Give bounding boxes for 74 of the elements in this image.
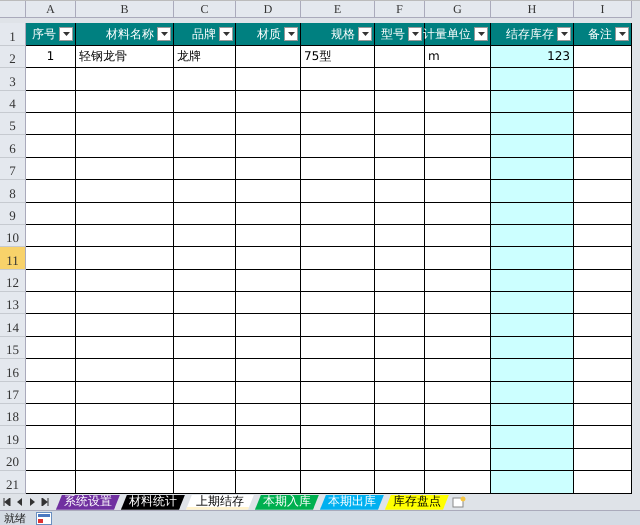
- column-label: 结存库存: [506, 26, 554, 43]
- row-header[interactable]: 16: [0, 359, 26, 382]
- caret-icon: [362, 32, 368, 36]
- column-label: 型号: [381, 26, 405, 43]
- row-header[interactable]: 4: [0, 90, 26, 113]
- table-cell: 龙牌: [174, 46, 236, 68]
- column-label: 品牌: [192, 26, 216, 43]
- row-header[interactable]: 8: [0, 180, 26, 203]
- filter-dropdown-button[interactable]: [358, 27, 372, 42]
- sheet-tab[interactable]: 库存盘点: [385, 494, 449, 510]
- last-sheet-icon[interactable]: [41, 498, 49, 506]
- column-label: 备注: [588, 26, 612, 43]
- row-header[interactable]: 5: [0, 112, 26, 136]
- column-header[interactable]: C: [174, 1, 236, 18]
- column-header[interactable]: D: [236, 1, 301, 18]
- previous-sheet-icon[interactable]: [17, 498, 23, 506]
- row-header[interactable]: 17: [0, 382, 26, 404]
- caret-icon: [618, 32, 626, 36]
- first-sheet-icon[interactable]: [3, 498, 11, 506]
- table-cell: 1: [26, 46, 76, 68]
- row-header[interactable]: 1: [0, 23, 26, 46]
- caret-icon: [560, 32, 568, 36]
- column-header[interactable]: I: [574, 1, 632, 18]
- filter-dropdown-button[interactable]: [615, 27, 629, 42]
- column-header[interactable]: G: [425, 1, 491, 18]
- column-header[interactable]: E: [301, 1, 375, 18]
- column-label: 序号: [32, 26, 56, 43]
- filter-dropdown-button[interactable]: [284, 27, 298, 42]
- row-header[interactable]: 7: [0, 158, 26, 180]
- column-label: 材质: [257, 26, 281, 43]
- column-header[interactable]: F: [375, 1, 425, 18]
- caret-icon: [160, 32, 168, 36]
- next-sheet-icon[interactable]: [29, 498, 35, 506]
- column-label: 规格: [331, 26, 355, 43]
- sheet-tab[interactable]: 材料统计: [121, 494, 185, 510]
- row-header[interactable]: 18: [0, 404, 26, 426]
- caret-icon: [222, 32, 230, 36]
- filter-dropdown-button[interactable]: [219, 27, 233, 42]
- row-header[interactable]: 19: [0, 426, 26, 449]
- filter-dropdown-button[interactable]: [557, 27, 571, 42]
- table-cell: 轻钢龙骨: [76, 46, 174, 68]
- row-header[interactable]: 15: [0, 336, 26, 360]
- new-sheet-icon[interactable]: [452, 496, 466, 508]
- filter-dropdown-button[interactable]: [408, 27, 422, 42]
- row-header[interactable]: 10: [0, 224, 26, 248]
- caret-icon: [288, 32, 294, 36]
- caret-icon: [412, 32, 418, 36]
- macro-record-icon[interactable]: [36, 512, 52, 525]
- filter-dropdown-button[interactable]: [157, 27, 171, 42]
- table-cell: 75型: [301, 46, 375, 68]
- sheet-tab[interactable]: 系统设置: [56, 494, 120, 510]
- column-header[interactable]: B: [76, 1, 174, 18]
- filter-dropdown-button[interactable]: [474, 27, 488, 42]
- table-cell: 123: [491, 46, 574, 68]
- column-header[interactable]: A: [26, 1, 76, 18]
- caret-icon: [62, 32, 70, 36]
- row-header[interactable]: 2: [0, 46, 26, 68]
- filter-dropdown-button[interactable]: [59, 27, 73, 42]
- row-header[interactable]: 13: [0, 292, 26, 314]
- row-header[interactable]: 21: [0, 471, 26, 494]
- column-header[interactable]: H: [491, 1, 574, 18]
- table-cell: m: [425, 46, 491, 68]
- row-header[interactable]: 9: [0, 202, 26, 225]
- status-text: 就绪: [4, 510, 26, 525]
- row-header[interactable]: 3: [0, 68, 26, 91]
- row-header[interactable]: 20: [0, 448, 26, 472]
- sheet-tab[interactable]: 上期结存: [186, 494, 254, 510]
- row-header[interactable]: 14: [0, 314, 26, 337]
- row-header[interactable]: 11: [0, 247, 26, 270]
- column-label: 材料名称: [106, 26, 154, 43]
- caret-icon: [478, 32, 484, 36]
- row-header[interactable]: 12: [0, 270, 26, 292]
- column-label: 计量单位: [423, 26, 471, 43]
- row-header[interactable]: 6: [0, 135, 26, 158]
